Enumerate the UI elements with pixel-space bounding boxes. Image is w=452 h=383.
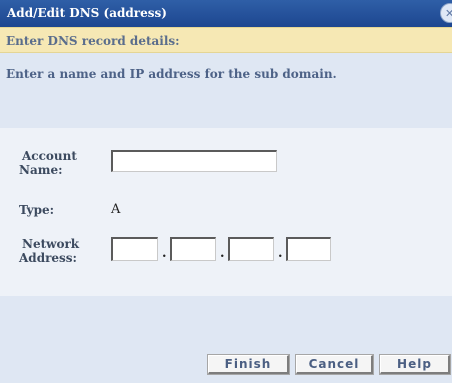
account-name-label-line2: Name:: [19, 163, 63, 177]
account-name-label: Account Name:: [19, 149, 77, 177]
ip-octet-1-input[interactable]: [111, 237, 158, 261]
dns-dialog: Add/Edit DNS (address) ✕ Enter DNS recor…: [0, 0, 452, 383]
ip-octet-4-input[interactable]: [286, 237, 331, 261]
ip-separator-1: .: [162, 246, 167, 261]
step-header: Enter DNS record details:: [0, 27, 452, 53]
close-icon[interactable]: ✕: [440, 3, 452, 23]
dialog-title: Add/Edit DNS (address): [7, 6, 167, 20]
ip-octet-3-input[interactable]: [228, 237, 274, 261]
type-label: Type:: [19, 203, 55, 217]
account-name-label-line1: Account: [22, 149, 77, 163]
finish-button[interactable]: Finish: [207, 354, 290, 375]
help-button[interactable]: Help: [379, 354, 451, 375]
network-address-label-line1: Network: [22, 237, 80, 251]
instruction-panel: Enter a name and IP address for the sub …: [0, 53, 452, 128]
type-value: A: [111, 202, 121, 217]
account-name-input[interactable]: [111, 150, 277, 172]
ip-separator-2: .: [220, 246, 225, 261]
cancel-button[interactable]: Cancel: [295, 354, 374, 375]
network-address-label-line2: Address:: [19, 251, 77, 265]
dialog-titlebar[interactable]: Add/Edit DNS (address) ✕: [0, 0, 452, 27]
step-title: Enter DNS record details:: [6, 34, 180, 48]
ip-octet-2-input[interactable]: [170, 237, 216, 261]
ip-separator-3: .: [278, 246, 283, 261]
form-panel: Account Name: Type: A Network Address: .…: [0, 128, 452, 296]
button-bar: Finish Cancel Help: [0, 296, 452, 383]
network-address-label: Network Address:: [19, 237, 79, 265]
instruction-text: Enter a name and IP address for the sub …: [6, 67, 337, 81]
